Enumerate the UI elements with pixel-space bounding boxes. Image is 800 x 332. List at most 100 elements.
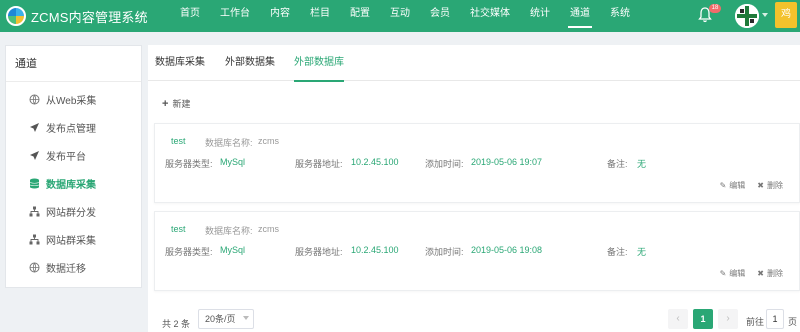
- nav-item-home[interactable]: 首页: [170, 0, 210, 32]
- send-icon: [28, 122, 40, 134]
- nav-item-member[interactable]: 会员: [420, 0, 460, 32]
- db-name-label: 数据库名称:: [205, 138, 253, 148]
- nav-item-social-media[interactable]: 社交媒体: [460, 0, 520, 32]
- app-title: ZCMS内容管理系统: [31, 9, 148, 25]
- server-addr-label: 服务器地址:: [295, 159, 343, 169]
- sitemap-icon: [28, 206, 40, 218]
- page-size-select[interactable]: 20条/页: [198, 309, 254, 329]
- close-icon: ✖: [757, 181, 764, 190]
- delete-button[interactable]: ✖ 删除: [757, 180, 783, 191]
- db-name-value: zcms: [258, 136, 279, 146]
- edit-button[interactable]: ✎ 编辑: [720, 180, 746, 191]
- sidebar-item-label: 网站群采集: [46, 236, 96, 247]
- sidebar-item-label: 发布平台: [46, 152, 86, 163]
- globe-icon: [28, 94, 40, 106]
- nav-item-statistics[interactable]: 统计: [520, 0, 560, 32]
- nav-item-interaction[interactable]: 互动: [380, 0, 420, 32]
- sidebar-item-label: 发布点管理: [46, 124, 96, 135]
- edit-label: 编辑: [729, 181, 746, 190]
- main-panel: 数据库采集 外部数据集 外部数据库 + 新建 test 数据库名称: zcms …: [148, 45, 800, 332]
- server-addr-value: 10.2.45.100: [351, 245, 399, 255]
- chevron-down-icon: [243, 316, 249, 320]
- added-time-label: 添加时间:: [425, 247, 464, 257]
- server-type-label: 服务器类型:: [165, 247, 213, 257]
- server-type-value: MySql: [220, 157, 246, 167]
- edit-button[interactable]: ✎ 编辑: [720, 268, 746, 279]
- sidebar-item-site-distribute[interactable]: 网站群分发: [28, 204, 96, 219]
- sidebar: 通道 从Web采集 发布点管理 发布平台 数据库采集 网站群分发 网站群采集 数…: [5, 45, 142, 288]
- avatar[interactable]: [735, 4, 759, 28]
- nav-item-workbench[interactable]: 工作台: [210, 0, 260, 32]
- sidebar-item-database-collect[interactable]: 数据库采集: [28, 176, 96, 191]
- added-time-label: 添加时间:: [425, 159, 464, 169]
- tab-database-collect[interactable]: 数据库采集: [155, 45, 205, 81]
- globe-icon: [28, 262, 40, 274]
- remark-label: 备注:: [607, 159, 628, 169]
- goto-label: 前往: [746, 317, 765, 327]
- added-time-value: 2019-05-06 19:07: [471, 157, 543, 167]
- sidebar-item-label: 从Web采集: [46, 96, 97, 107]
- sitemap-icon: [28, 234, 40, 246]
- delete-label: 删除: [767, 269, 783, 278]
- next-page-button[interactable]: ›: [718, 309, 738, 329]
- db-name-value: zcms: [258, 224, 279, 234]
- total-count: 共 2 条: [162, 319, 191, 329]
- current-page[interactable]: 1: [693, 309, 713, 329]
- sidebar-item-label: 网站群分发: [46, 208, 96, 219]
- prev-page-button[interactable]: ‹: [668, 309, 688, 329]
- remark-label: 备注:: [607, 247, 628, 257]
- goto-suffix: 页: [788, 317, 798, 327]
- sidebar-item-site-collect[interactable]: 网站群采集: [28, 232, 96, 247]
- server-addr-value: 10.2.45.100: [351, 157, 399, 167]
- database-card: test 数据库名称: zcms 服务器类型: MySql 服务器地址: 10.…: [154, 211, 800, 291]
- corner-user-button[interactable]: 鸡: [775, 2, 797, 28]
- notification-badge: 18: [709, 4, 721, 13]
- nav-item-channel[interactable]: 通道: [560, 0, 600, 32]
- send-icon: [28, 150, 40, 162]
- card-actions: ✎ 编辑 ✖ 删除: [708, 180, 783, 191]
- sidebar-item-data-migration[interactable]: 数据迁移: [28, 260, 86, 275]
- new-button[interactable]: + 新建: [162, 97, 190, 110]
- nav-item-content[interactable]: 内容: [260, 0, 300, 32]
- new-button-label: 新建: [172, 99, 191, 109]
- edit-label: 编辑: [729, 269, 746, 278]
- nav-item-column[interactable]: 栏目: [300, 0, 340, 32]
- page-size-value: 20条/页: [205, 314, 236, 324]
- server-type-value: MySql: [220, 245, 246, 255]
- remark-value: 无: [637, 159, 647, 169]
- main-nav: 首页 工作台 内容 栏目 配置 互动 会员 社交媒体 统计 通道 系统: [170, 0, 640, 32]
- delete-label: 删除: [767, 181, 783, 190]
- app-logo[interactable]: ZCMS内容管理系统: [6, 6, 148, 26]
- sidebar-item-label: 数据库采集: [46, 180, 96, 191]
- logo-icon: [6, 6, 26, 26]
- plus-icon: +: [162, 97, 169, 110]
- avatar-image: [735, 4, 759, 28]
- chevron-right-icon: ›: [726, 313, 730, 324]
- db-name-label: 数据库名称:: [205, 226, 253, 236]
- close-icon: ✖: [757, 269, 764, 278]
- sidebar-title: 通道: [6, 46, 141, 82]
- card-actions: ✎ 编辑 ✖ 删除: [708, 268, 783, 279]
- sidebar-item-publish-point[interactable]: 发布点管理: [28, 120, 96, 135]
- nav-item-config[interactable]: 配置: [340, 0, 380, 32]
- database-icon: [28, 178, 40, 190]
- record-name: test: [171, 136, 186, 146]
- database-card: test 数据库名称: zcms 服务器类型: MySql 服务器地址: 10.…: [154, 123, 800, 203]
- tab-bar: 数据库采集 外部数据集 外部数据库: [148, 45, 800, 82]
- edit-icon: ✎: [719, 181, 727, 190]
- delete-button[interactable]: ✖ 删除: [757, 268, 783, 279]
- top-bar: ZCMS内容管理系统 首页 工作台 内容 栏目 配置 互动 会员 社交媒体 统计…: [0, 0, 800, 32]
- chevron-down-icon[interactable]: [762, 13, 768, 17]
- nav-item-system[interactable]: 系统: [600, 0, 640, 32]
- server-type-label: 服务器类型:: [165, 159, 213, 169]
- added-time-value: 2019-05-06 19:08: [471, 245, 543, 255]
- sidebar-item-label: 数据迁移: [46, 264, 86, 275]
- tab-external-dataset[interactable]: 外部数据集: [225, 45, 275, 81]
- goto-page-input[interactable]: 1: [766, 309, 784, 329]
- tab-external-database[interactable]: 外部数据库: [294, 45, 344, 82]
- edit-icon: ✎: [719, 269, 727, 278]
- record-name: test: [171, 224, 186, 234]
- remark-value: 无: [637, 247, 647, 257]
- sidebar-item-web-collect[interactable]: 从Web采集: [28, 92, 96, 107]
- sidebar-item-publish-platform[interactable]: 发布平台: [28, 148, 86, 163]
